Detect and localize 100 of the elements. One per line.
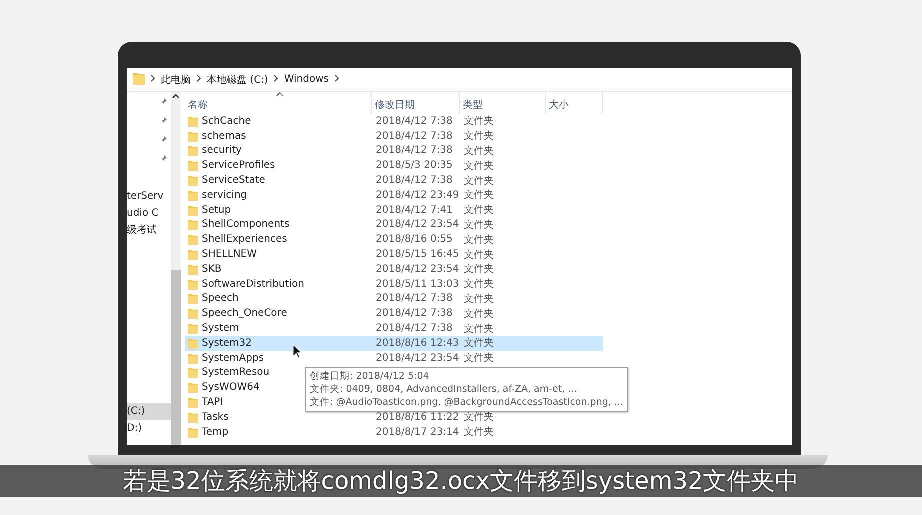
folder-icon (188, 412, 198, 423)
modified-date: 2018/8/16 0:55 (375, 234, 454, 246)
file-type: 文件夹 (463, 218, 495, 232)
file-type: 文件夹 (463, 174, 495, 188)
folder-icon (188, 293, 198, 304)
file-name[interactable]: security (202, 145, 242, 156)
folder-icon (188, 130, 198, 142)
file-name[interactable]: ShellExperiences (202, 234, 288, 246)
file-type: 文件夹 (463, 204, 495, 218)
file-name[interactable]: System32 (202, 338, 252, 349)
folder-icon (188, 204, 198, 216)
folder-icon (188, 116, 198, 127)
nav-item[interactable]: udio C (127, 205, 171, 222)
selected-row-highlight[interactable]: System32 2018/8/16 12:43 文件夹 (185, 336, 603, 351)
file-name[interactable]: SoftwareDistribution (202, 278, 304, 290)
modified-date: 2018/4/12 7:38 (375, 130, 454, 142)
file-name[interactable]: TAPI (202, 397, 224, 408)
file-name[interactable]: Speech (202, 293, 239, 304)
file-type: 文件夹 (463, 322, 495, 336)
folder-icon (188, 160, 198, 172)
folder-icon (188, 234, 198, 246)
chevron-icon (334, 74, 339, 82)
nav-item[interactable]: D:) (127, 420, 171, 437)
subtitle: 若是32位系统就将comdlg32.ocx文件移到system32文件夹中 (122, 466, 800, 497)
modified-date: 2018/5/11 13:03 (375, 278, 460, 290)
file-type: 文件夹 (463, 114, 495, 128)
file-name[interactable]: ServiceState (202, 175, 266, 186)
folder-icon (188, 397, 198, 408)
chevron-icon (197, 74, 201, 82)
file-name[interactable]: ShellComponents (202, 219, 290, 230)
modified-date: 2018/5/3 20:35 (375, 160, 454, 172)
file-name[interactable]: SystemApps (202, 352, 264, 364)
modified-date: 2018/4/12 7:41 (375, 204, 454, 216)
modified-date: 2018/4/12 7:38 (375, 323, 454, 334)
file-name[interactable]: Temp (202, 426, 229, 438)
modified-date: 2018/4/12 23:54 (375, 264, 460, 275)
column-header[interactable]: 修改日期 (375, 98, 459, 114)
file-type: 文件夹 (463, 160, 495, 173)
breadcrumb[interactable]: 本地磁盘 (C:) (207, 72, 268, 86)
tooltip-line: 创建日期: 2018/4/12 5:04 (310, 370, 430, 383)
folder-icon (188, 249, 198, 260)
folder-icon (188, 219, 198, 230)
folder-icon (188, 323, 198, 334)
file-type: 文件夹 (463, 411, 495, 424)
breadcrumb[interactable]: Windows (284, 74, 329, 85)
folder-icon (188, 426, 198, 438)
folder-icon (188, 145, 198, 156)
modified-date: 2018/5/15 16:45 (375, 249, 460, 260)
breadcrumb[interactable]: 此电脑 (161, 72, 191, 86)
file-name[interactable]: schemas (202, 130, 246, 142)
column-header[interactable]: 名称 (188, 98, 371, 114)
nav-item[interactable]: terServ (127, 188, 171, 205)
folder-icon (188, 352, 198, 364)
tooltip-line: 文件: @AudioToastIcon.png, @BackgroundAccessToastIcon.png, ... (310, 396, 624, 409)
file-type: 文件夹 (463, 426, 495, 440)
file-name[interactable]: ServiceProfiles (202, 160, 276, 172)
folder-icon (188, 367, 198, 378)
folder-icon (188, 338, 198, 349)
file-name[interactable]: SystemResou (202, 367, 270, 378)
file-type: 文件夹 (463, 144, 495, 158)
file-name[interactable]: SchCache (202, 116, 252, 127)
modified-date: 2018/4/12 7:38 (375, 175, 454, 186)
nav-item[interactable]: 级考试 (127, 222, 171, 239)
file-name[interactable]: Setup (202, 204, 232, 216)
modified-date: 2018/4/12 23:54 (375, 219, 460, 230)
modified-date: 2018/4/12 7:38 (375, 116, 454, 127)
scrollbar-thumb[interactable] (171, 270, 181, 445)
file-type: 文件夹 (463, 262, 495, 276)
chevron-icon (151, 74, 155, 82)
nav-item[interactable]: (C:) (127, 403, 171, 420)
modified-date: 2018/4/12 7:38 (375, 308, 454, 320)
modified-date: 2018/4/12 23:54 (375, 352, 460, 364)
file-type: 文件夹 (463, 234, 495, 247)
column-header[interactable]: 大小 (549, 98, 602, 114)
file-name[interactable]: SHELLNEW (202, 249, 258, 260)
file-type: 文件夹 (463, 292, 495, 306)
modified-date: 2018/4/12 7:38 (375, 293, 454, 304)
file-type: 文件夹 (463, 130, 495, 144)
scrollbar[interactable] (171, 92, 181, 445)
file-name[interactable]: servicing (202, 190, 248, 201)
address-bar[interactable]: 此电脑 本地磁盘 (C:) Windows (127, 68, 792, 92)
modified-date: 2018/4/12 7:38 (375, 145, 454, 156)
modified-date: 2018/4/12 23:49 (375, 190, 460, 201)
file-type: 文件夹 (463, 352, 495, 366)
column-header[interactable]: 类型 (463, 98, 545, 114)
file-type: 文件夹 (463, 336, 495, 350)
file-name[interactable]: SysWOW64 (202, 382, 260, 394)
file-name[interactable]: Speech_OneCore (202, 308, 288, 320)
folder-icon (188, 278, 198, 290)
modified-date: 2018/8/16 11:22 (375, 412, 460, 423)
file-name[interactable]: System (202, 323, 240, 334)
modified-date: 2018/8/17 23:14 (375, 426, 460, 438)
file-name[interactable]: Tasks (202, 412, 229, 423)
cursor-arrow-icon (292, 344, 303, 359)
tooltip-line: 文件夹: 0409, 0804, AdvancedInstallers, af-ZA, am-et, ... (310, 383, 578, 396)
folder-icon (188, 175, 198, 186)
file-type: 文件夹 (463, 188, 495, 202)
folder-icon (188, 308, 198, 320)
file-name[interactable]: SKB (202, 264, 222, 275)
chevron-icon (274, 74, 278, 82)
